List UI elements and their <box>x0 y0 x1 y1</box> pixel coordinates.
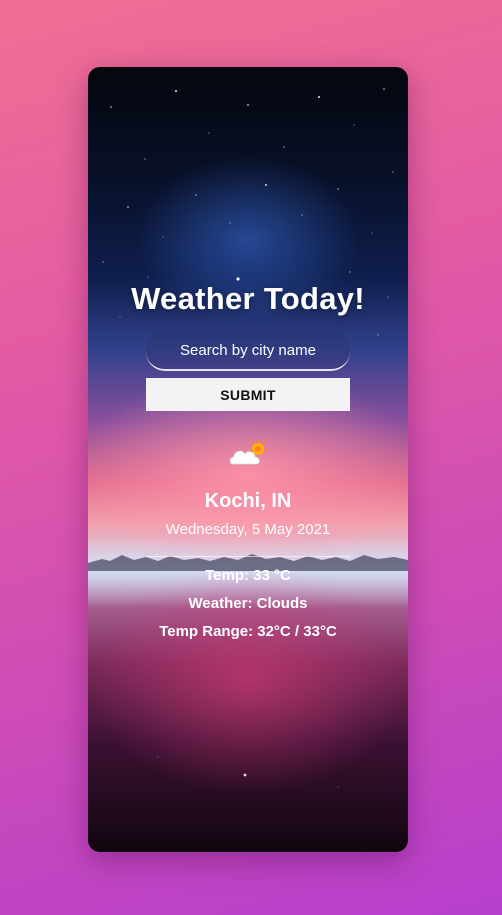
city-name: Kochi, IN <box>204 490 292 512</box>
city-search-input[interactable] <box>146 331 350 369</box>
submit-button[interactable]: SUBMIT <box>146 378 350 411</box>
divider <box>146 556 350 557</box>
weather-card: Weather Today! SUBMIT Kochi, IN Wednesda… <box>88 67 408 852</box>
sun-behind-cloud-icon <box>229 439 269 465</box>
current-date: Wednesday, 5 May 2021 <box>165 521 331 538</box>
search-box <box>146 331 350 371</box>
temperature-range: Temp Range: 32°C / 33°C <box>159 623 337 640</box>
temperature-value: Temp: 33 °C <box>205 567 291 584</box>
weather-condition: Weather: Clouds <box>188 595 308 612</box>
app-title: Weather Today! <box>131 281 365 316</box>
